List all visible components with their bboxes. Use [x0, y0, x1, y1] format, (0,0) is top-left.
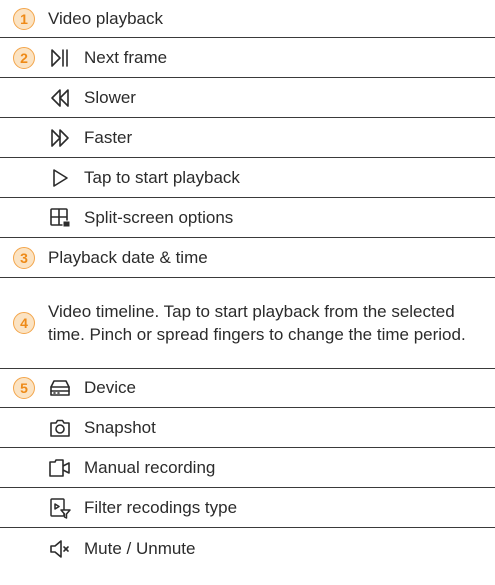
- number-badge: 1: [13, 7, 35, 30]
- legend-label: Tap to start playback: [84, 167, 240, 187]
- video-camera-icon: [48, 456, 72, 480]
- legend-label: Slower: [84, 87, 136, 107]
- legend-row-manual-recording: Manual recording: [0, 448, 495, 488]
- slower-icon: [48, 86, 72, 110]
- legend-label: Playback date & time: [48, 247, 208, 267]
- legend-label: Next frame: [84, 47, 168, 67]
- legend-label: Filter recodings type: [84, 497, 238, 517]
- next-frame-icon: [48, 46, 72, 70]
- number-badge: 4: [13, 312, 35, 334]
- play-icon: [48, 166, 72, 190]
- legend-table: 1 Video playback 2 Next frame Slower Fas…: [0, 0, 495, 569]
- legend-row-video-timeline: 4 Video timeline. Tap to start playback …: [0, 278, 495, 369]
- legend-label: Snapshot: [84, 417, 156, 437]
- legend-row-next-frame: 2 Next frame: [0, 38, 495, 78]
- legend-row-snapshot: Snapshot: [0, 408, 495, 448]
- legend-label: Split-screen options: [84, 207, 234, 227]
- legend-row-mute: Mute / Unmute: [0, 528, 495, 569]
- faster-icon: [48, 126, 72, 150]
- camera-icon: [48, 416, 72, 440]
- split-screen-icon: [48, 206, 72, 230]
- legend-row-start-playback: Tap to start playback: [0, 158, 495, 198]
- legend-row-faster: Faster: [0, 118, 495, 158]
- legend-label: Manual recording: [84, 457, 216, 477]
- legend-row-device: 5 Device: [0, 369, 495, 408]
- number-badge: 5: [13, 377, 35, 399]
- legend-row-date-time: 3 Playback date & time: [0, 238, 495, 278]
- legend-row-video-playback: 1 Video playback: [0, 0, 495, 38]
- device-icon: [48, 376, 72, 400]
- legend-description: Video timeline. Tap to start playback fr…: [48, 302, 466, 344]
- legend-label: Faster: [84, 127, 133, 147]
- legend-label: Mute / Unmute: [84, 538, 196, 558]
- filter-recordings-icon: [48, 496, 72, 520]
- number-badge: 2: [13, 46, 35, 69]
- legend-row-filter-recordings: Filter recodings type: [0, 488, 495, 528]
- legend-label: Device: [84, 378, 136, 397]
- number-badge: 3: [13, 246, 35, 269]
- legend-row-split-screen: Split-screen options: [0, 198, 495, 238]
- legend-label: Video playback: [48, 8, 163, 28]
- speaker-mute-icon: [48, 537, 72, 561]
- legend-row-slower: Slower: [0, 78, 495, 118]
